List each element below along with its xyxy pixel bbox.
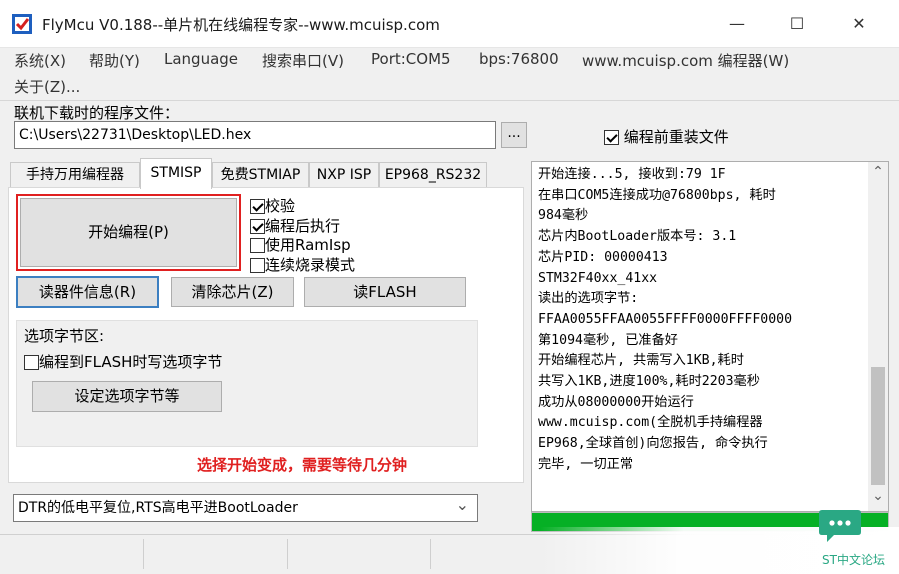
read-device-info-button[interactable]: 读器件信息(R) [16,276,159,308]
menu-programmer[interactable]: www.mcuisp.com 编程器(W) [582,50,789,71]
chevron-down-icon: ⌄ [455,495,469,514]
menu-language[interactable]: Language [164,50,238,68]
menu-bps[interactable]: bps:76800 [479,50,559,68]
ramisp-label: 使用RamIsp [265,236,351,254]
set-option-bytes-button[interactable]: 设定选项字节等 [32,381,222,412]
reload-label: 编程前重装文件 [623,128,729,146]
run-after-program-option[interactable]: 编程后执行 [250,215,340,236]
status-divider [287,539,288,569]
verify-label: 校验 [265,197,296,215]
dtr-rts-mode-value: DTR的低电平复位,RTS高电平进BootLoader [18,500,298,516]
scroll-thumb[interactable] [871,367,885,485]
window-title: FlyMcu V0.188--单片机在线编程专家--www.mcuisp.com [42,16,440,34]
run-after-checkbox[interactable] [250,219,265,234]
log-line: 完毕, 一切正常 [538,456,634,472]
log-line: 开始编程芯片, 共需写入1KB,耗时 [538,353,744,369]
log-line: www.mcuisp.com(全脱机手持编程器 [538,415,763,431]
continuous-burn-option[interactable]: 连续烧录模式 [250,254,355,275]
hex-file-label: 联机下载时的程序文件： [14,104,180,122]
watermark-text: ST中文论坛 [822,553,885,567]
write-option-bytes-option[interactable]: 编程到FLASH时写选项字节 [24,351,222,372]
menu-search-port[interactable]: 搜索串口(V) [262,50,344,71]
tab-stmiap[interactable]: 免费STMIAP [212,162,309,188]
reload-before-program-option[interactable]: 编程前重装文件 [604,126,729,147]
use-ramisp-option[interactable]: 使用RamIsp [250,234,351,255]
option-bytes-label: 选项字节区: [24,327,105,345]
ramisp-checkbox[interactable] [250,238,265,253]
erase-chip-button[interactable]: 清除芯片(Z) [171,277,294,307]
log-panel[interactable]: 开始连接...5, 接收到:79 1F 在串口COM5连接成功@76800bps… [531,161,889,512]
tab-handheld-programmer[interactable]: 手持万用编程器 [10,162,140,188]
menu-help[interactable]: 帮助(Y) [89,50,140,71]
write-option-bytes-label: 编程到FLASH时写选项字节 [39,353,223,371]
wait-annotation: 选择开始变成，需要等待几分钟 [197,456,408,474]
menu-system[interactable]: 系统(X) [14,50,66,71]
app-icon [12,14,32,34]
log-line: 成功从08000000开始运行 [538,394,694,410]
scroll-down-icon[interactable]: ⌄ [868,488,888,504]
log-scrollbar[interactable]: ⌃ ⌄ [868,162,888,511]
log-line: 芯片内BootLoader版本号: 3.1 [538,229,737,245]
start-program-button[interactable]: 开始编程(P) [20,198,237,267]
continuous-checkbox[interactable] [250,258,265,273]
status-divider [143,539,144,569]
menu-port[interactable]: Port:COM5 [371,50,451,68]
browse-button[interactable]: ... [501,122,527,148]
log-line: EP968,全球首创)向您报告, 命令执行 [538,436,768,452]
log-line: FFAA0055FFAA0055FFFF0000FFFF0000 [538,311,793,327]
read-flash-button[interactable]: 读FLASH [304,277,466,307]
dtr-rts-mode-select[interactable]: DTR的低电平复位,RTS高电平进BootLoader ⌄ [13,494,478,522]
close-button[interactable]: ✕ [829,0,889,48]
tab-ep968-rs232[interactable]: EP968_RS232 [379,162,487,188]
log-line: 第1094毫秒, 已准备好 [538,332,678,348]
tab-nxp-isp[interactable]: NXP ISP [309,162,379,188]
write-option-bytes-checkbox[interactable] [24,355,39,370]
scroll-up-icon[interactable]: ⌃ [868,164,888,180]
log-line: 开始连接...5, 接收到:79 1F [538,167,726,182]
log-line: 读出的选项字节: [538,291,639,307]
verify-option[interactable]: 校验 [250,195,295,216]
menu-divider [0,100,899,101]
log-line: 984毫秒 [538,208,589,224]
run-after-label: 编程后执行 [265,217,341,235]
minimize-button[interactable]: — [707,0,767,48]
status-divider [430,539,431,569]
maximize-button[interactable]: ☐ [767,0,827,48]
hex-file-input[interactable] [14,121,496,149]
title-bar: FlyMcu V0.188--单片机在线编程专家--www.mcuisp.com… [0,0,899,48]
menu-bar: 系统(X) 帮助(Y) Language 搜索串口(V) Port:COM5 b… [0,48,899,100]
log-line: 在串口COM5连接成功@76800bps, 耗时 [538,187,776,203]
menu-about[interactable]: 关于(Z)... [14,76,80,97]
log-text: 开始连接...5, 接收到:79 1F 在串口COM5连接成功@76800bps… [538,165,858,476]
stmisp-panel: 开始编程(P) 校验 编程后执行 使用RamIsp 连续烧录模式 读器件信息(R… [8,187,524,483]
continuous-label: 连续烧录模式 [265,256,356,274]
log-line: 共写入1KB,进度100%,耗时2203毫秒 [538,374,760,390]
log-line: STM32F40xx_41xx [538,270,658,286]
reload-checkbox[interactable] [604,130,619,145]
verify-checkbox[interactable] [250,199,265,214]
chat-bubble-icon [819,510,861,542]
option-bytes-group: 选项字节区: 编程到FLASH时写选项字节 设定选项字节等 [16,320,478,447]
tab-stmisp[interactable]: STMISP [140,158,212,189]
log-line: 芯片PID: 00000413 [538,249,668,265]
